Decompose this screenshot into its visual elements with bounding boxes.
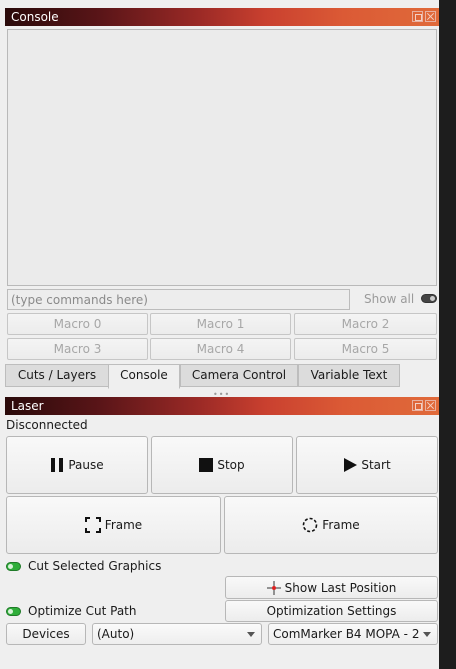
optimize-cut-path-label: Optimize Cut Path [28,604,137,618]
start-label: Start [361,458,391,472]
crosshair-icon [266,580,281,595]
optimize-cut-path-toggle-row[interactable]: Optimize Cut Path [6,604,137,618]
connection-status: Disconnected [6,418,88,432]
port-select[interactable]: (Auto) [92,623,262,645]
tab-console[interactable]: Console [108,364,180,389]
frame-circle-icon [302,517,318,533]
pause-icon [50,458,64,472]
chevron-down-icon [423,632,431,637]
frame-rectangle-icon [84,517,101,533]
show-all-toggle[interactable] [421,294,437,303]
console-title: Console [11,10,59,24]
window-edge [439,0,456,669]
laser-title: Laser [11,399,44,413]
laser-titlebar[interactable]: Laser [5,397,439,415]
stop-label: Stop [217,458,245,472]
cut-selected-toggle-row[interactable]: Cut Selected Graphics [6,559,161,573]
frame-circle-button[interactable]: Frame [224,496,438,554]
frame-rectangle-button[interactable]: Frame [6,496,221,554]
macro-4-button[interactable]: Macro 4 [150,338,291,360]
optimization-settings-label: Optimization Settings [266,604,397,618]
show-all-label: Show all [364,292,415,306]
macro-2-button[interactable]: Macro 2 [294,313,437,335]
tab-variable-text[interactable]: Variable Text [298,364,400,387]
console-float-icon[interactable] [412,11,423,22]
play-icon [343,458,358,472]
macro-5-button[interactable]: Macro 5 [294,338,437,360]
optimization-settings-button[interactable]: Optimization Settings [225,600,438,622]
laser-close-icon[interactable] [425,400,436,411]
tab-camera-control[interactable]: Camera Control [180,364,298,387]
cut-selected-switch[interactable] [6,561,21,571]
command-input[interactable] [7,289,350,310]
show-last-position-label: Show Last Position [284,580,397,595]
device-select-value: ComMarker B4 MOPA - 2 [273,627,420,641]
console-titlebar[interactable]: Console [5,8,439,26]
port-select-value: (Auto) [97,627,135,641]
device-select[interactable]: ComMarker B4 MOPA - 2 [268,623,438,645]
macro-1-button[interactable]: Macro 1 [150,313,291,335]
chevron-down-icon [247,632,255,637]
tab-cuts-layers[interactable]: Cuts / Layers [5,364,109,387]
macro-3-button[interactable]: Macro 3 [7,338,148,360]
pause-button[interactable]: Pause [6,436,148,494]
start-button[interactable]: Start [296,436,438,494]
show-last-position-button[interactable]: Show Last Position [225,576,438,599]
console-output[interactable] [7,29,437,286]
stop-icon [199,458,214,472]
laser-float-icon[interactable] [412,400,423,411]
pause-label: Pause [68,458,104,472]
devices-button[interactable]: Devices [6,623,86,645]
stop-button[interactable]: Stop [151,436,293,494]
macro-0-button[interactable]: Macro 0 [7,313,148,335]
optimize-cut-path-switch[interactable] [6,606,21,616]
console-close-icon[interactable] [425,11,436,22]
frame-rectangle-label: Frame [104,518,143,532]
devices-label: Devices [22,627,70,641]
cut-selected-label: Cut Selected Graphics [28,559,162,573]
frame-circle-label: Frame [322,518,360,532]
